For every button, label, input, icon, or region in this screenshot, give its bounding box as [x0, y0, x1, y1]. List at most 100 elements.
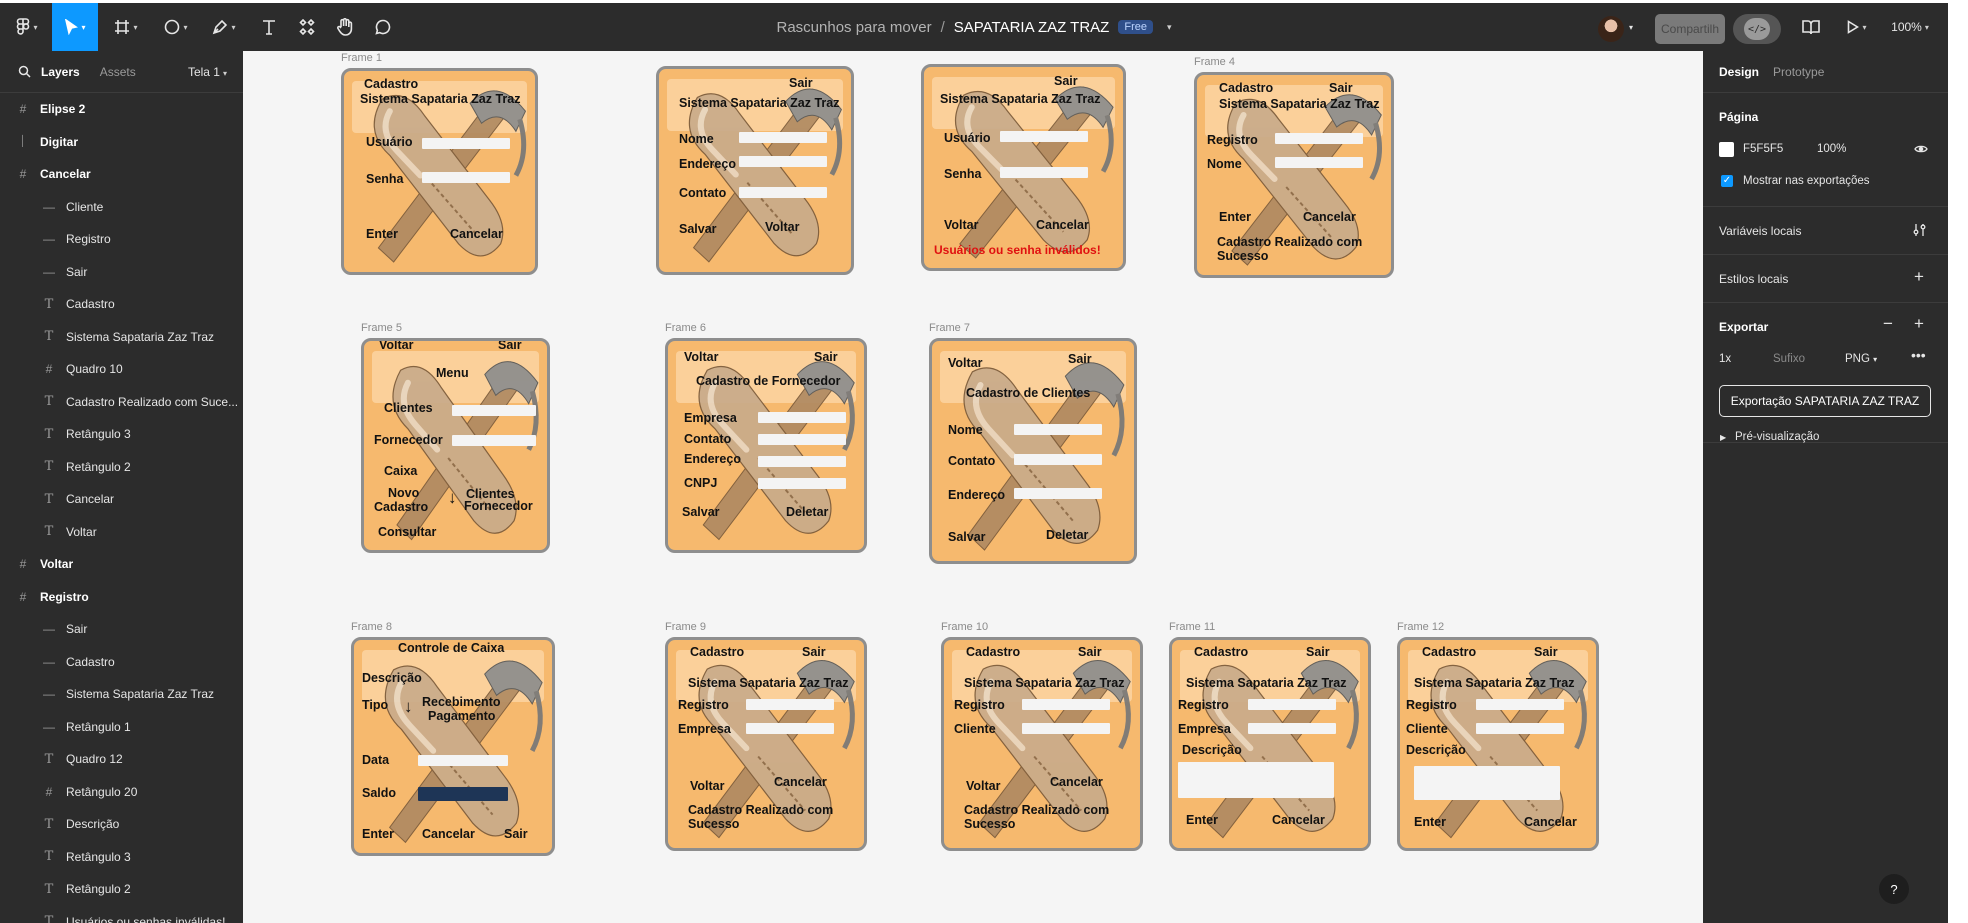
caixa-button[interactable]: Caixa: [384, 465, 417, 478]
dev-mode-toggle[interactable]: </>: [1733, 14, 1781, 44]
pen-tool-button[interactable]: ▾: [204, 3, 244, 51]
frame-label[interactable]: Frame 10: [941, 621, 988, 633]
frame-label[interactable]: Frame 4: [1194, 56, 1235, 68]
cancelar-button[interactable]: Cancelar: [1303, 211, 1356, 224]
frame-10-registro-cliente[interactable]: Cadastro Sair Sistema Sapataria Zaz Traz Re…: [941, 637, 1143, 851]
layer-item[interactable]: — Sair: [0, 256, 243, 289]
remove-export-icon[interactable]: −: [1883, 314, 1893, 334]
cadastro-text[interactable]: Cadastro: [690, 646, 744, 659]
sair-button[interactable]: Sair: [789, 77, 813, 90]
page-color-swatch[interactable]: [1719, 142, 1734, 157]
input-field[interactable]: [418, 755, 508, 766]
frame-9-registro-empresa[interactable]: Cadastro Sair Sistema Sapataria Zaz Traz Re…: [665, 637, 867, 851]
input-field[interactable]: [746, 723, 834, 734]
enter-button[interactable]: Enter: [1414, 816, 1446, 829]
enter-button[interactable]: Enter: [1219, 211, 1251, 224]
saldo-value-field[interactable]: [418, 787, 508, 801]
voltar-button[interactable]: Voltar: [690, 780, 725, 793]
descricao-textarea[interactable]: [1178, 762, 1334, 798]
input-field[interactable]: [739, 187, 827, 198]
cadastro-text[interactable]: Cadastro: [966, 646, 1020, 659]
more-options-icon[interactable]: •••: [1911, 347, 1926, 363]
input-field[interactable]: [739, 156, 827, 167]
input-field[interactable]: [758, 434, 846, 445]
frame-8-caixa[interactable]: Controle de Caixa Descrição Tipo ↓ Recebimen…: [351, 637, 555, 856]
layer-item[interactable]: T Retângulo 2: [0, 451, 243, 484]
layer-item[interactable]: # Registro: [0, 581, 243, 614]
eye-icon[interactable]: [1914, 143, 1928, 158]
layer-item[interactable]: — Sistema Sapataria Zaz Traz: [0, 678, 243, 711]
cancelar-button[interactable]: Cancelar: [1272, 814, 1325, 827]
deletar-button[interactable]: Deletar: [786, 506, 828, 519]
move-tool-button[interactable]: ▾: [52, 3, 98, 51]
input-field[interactable]: [1000, 131, 1088, 142]
sair-button[interactable]: Sair: [1078, 646, 1102, 659]
frame-7-clientes[interactable]: Voltar Sair Cadastro de Clientes Nome Contat…: [929, 338, 1137, 564]
export-button[interactable]: Exportação SAPATARIA ZAZ TRAZ: [1719, 385, 1931, 417]
input-field[interactable]: [1476, 699, 1564, 710]
cadastro-text[interactable]: Cadastro: [1219, 82, 1273, 95]
layer-item[interactable]: — Registro: [0, 223, 243, 256]
sair-button[interactable]: Sair: [1534, 646, 1558, 659]
add-style-icon[interactable]: +: [1914, 267, 1924, 287]
frame-label[interactable]: Frame 11: [1169, 621, 1215, 633]
clientes-button[interactable]: Clientes: [384, 402, 433, 415]
zoom-menu[interactable]: 100% ▾: [1882, 3, 1938, 51]
main-menu-button[interactable]: ▾: [8, 3, 46, 51]
file-menu-chevron-icon[interactable]: ▾: [1167, 22, 1172, 33]
layer-item[interactable]: T Quadro 12: [0, 743, 243, 776]
preview-toggle[interactable]: Pré-visualização: [1735, 431, 1819, 443]
page-color-value[interactable]: F5F5F5: [1743, 143, 1783, 155]
input-field[interactable]: [1014, 424, 1102, 435]
chevron-right-icon[interactable]: ▶: [1720, 433, 1726, 442]
export-scale[interactable]: 1x: [1719, 353, 1731, 365]
enter-button[interactable]: Enter: [1186, 814, 1218, 827]
frame-label[interactable]: Frame 12: [1397, 621, 1444, 633]
input-field[interactable]: [758, 456, 846, 467]
layer-item[interactable]: # Elipse 2: [0, 93, 243, 126]
cancelar-button[interactable]: Cancelar: [1524, 816, 1577, 829]
input-field[interactable]: [1476, 723, 1564, 734]
layer-item[interactable]: # Quadro 10: [0, 353, 243, 386]
frame-label[interactable]: Frame 6: [665, 322, 706, 334]
sair-button[interactable]: Sair: [1068, 353, 1092, 366]
input-field[interactable]: [758, 478, 846, 489]
voltar-button[interactable]: Voltar: [948, 357, 983, 370]
layer-item[interactable]: — Sair: [0, 613, 243, 646]
deletar-button[interactable]: Deletar: [1046, 529, 1088, 542]
input-field[interactable]: [1014, 454, 1102, 465]
cancelar-button[interactable]: Cancelar: [774, 776, 827, 789]
frame-6-fornecedor[interactable]: Voltar Sair Cadastro de Fornecedor Empresa C…: [665, 338, 867, 553]
input-field[interactable]: [422, 172, 510, 183]
input-field[interactable]: [1014, 488, 1102, 499]
input-field[interactable]: [452, 435, 536, 446]
frame-1-login[interactable]: Cadastro Sistema Sapataria Zaz Traz Usuári…: [341, 68, 538, 275]
present-button[interactable]: ▾: [1840, 3, 1874, 51]
sair-button[interactable]: Sair: [498, 341, 522, 352]
layer-item[interactable]: T Cancelar: [0, 483, 243, 516]
input-field[interactable]: [1248, 723, 1336, 734]
voltar-button[interactable]: Voltar: [684, 351, 719, 364]
frame-label[interactable]: Frame 8: [351, 621, 392, 633]
tab-layers[interactable]: Layers: [41, 65, 80, 79]
input-field[interactable]: [1275, 157, 1363, 168]
salvar-button[interactable]: Salvar: [682, 506, 720, 519]
cancelar-button[interactable]: Cancelar: [1036, 219, 1089, 232]
sair-button[interactable]: Sair: [814, 351, 838, 364]
add-export-icon[interactable]: +: [1914, 314, 1924, 334]
input-field[interactable]: [1275, 133, 1363, 144]
layer-item[interactable]: — Cliente: [0, 191, 243, 224]
fornecedor-button[interactable]: Fornecedor: [374, 434, 443, 447]
layer-item[interactable]: T Retângulo 3: [0, 418, 243, 451]
project-name[interactable]: Rascunhos para mover: [777, 19, 932, 36]
export-format-select[interactable]: PNG ▾: [1845, 353, 1877, 365]
variables-settings-icon[interactable]: [1913, 223, 1927, 240]
search-icon[interactable]: [18, 65, 31, 78]
layer-item[interactable]: # Cancelar: [0, 158, 243, 191]
tab-assets[interactable]: Assets: [100, 65, 136, 79]
input-field[interactable]: [422, 138, 510, 149]
voltar-button[interactable]: Voltar: [966, 780, 1001, 793]
frame-label[interactable]: Frame 5: [361, 322, 402, 334]
avatar-chevron-icon[interactable]: ▾: [1624, 3, 1638, 51]
shape-tool-button[interactable]: ▾: [156, 3, 196, 51]
